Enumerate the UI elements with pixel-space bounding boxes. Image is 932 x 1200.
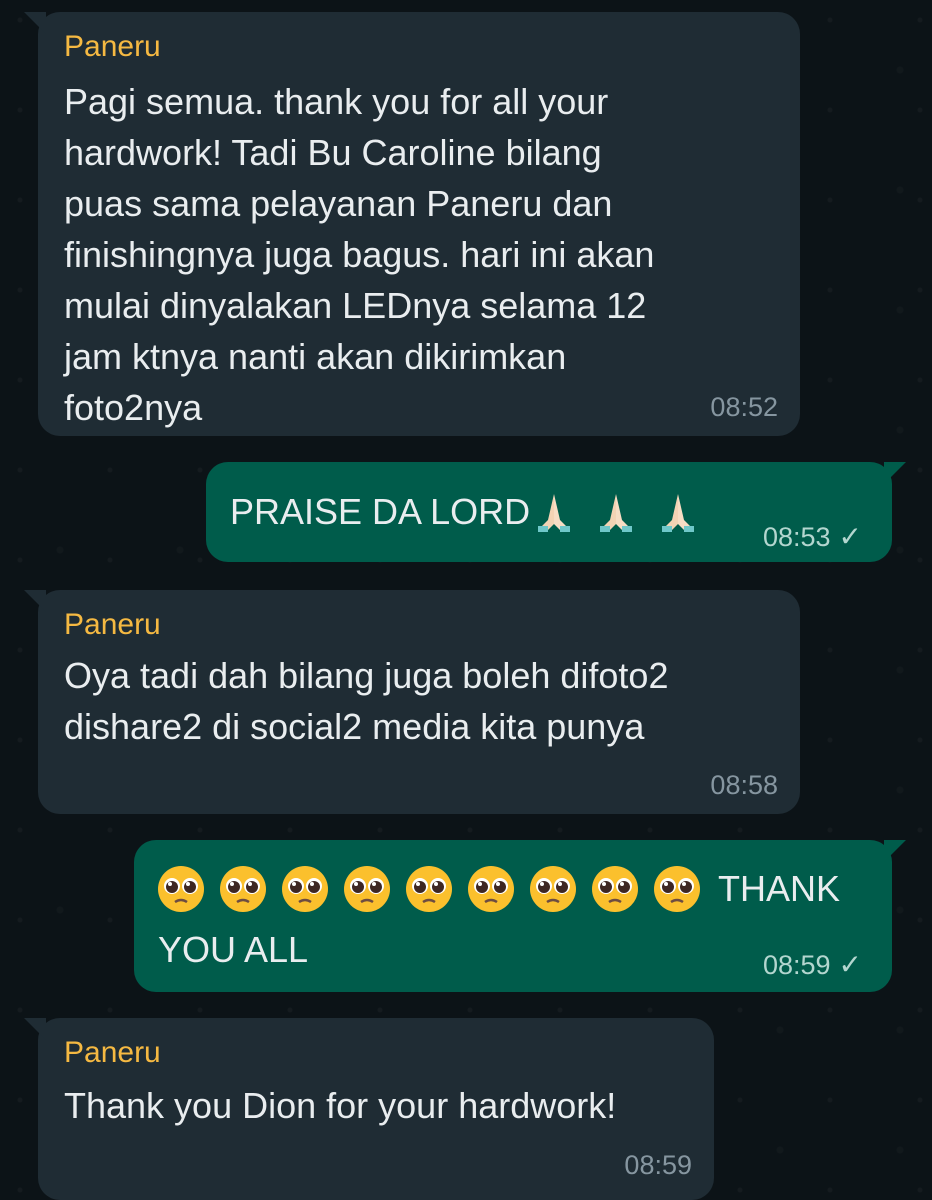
message-text: Thank you Dion for your hardwork! <box>64 1085 617 1126</box>
pleading-face-icon <box>218 864 268 914</box>
outgoing-message-bubble[interactable]: THANK YOU ALL 08:59 ✓ <box>134 840 906 992</box>
outgoing-message-bubble[interactable]: PRAISE DA LORD 08:53 ✓ <box>206 462 906 562</box>
chat-message-list[interactable]: Paneru Pagi semua. thank you for all you… <box>0 0 932 1200</box>
bubble-tail <box>884 840 906 862</box>
pleading-face-icon <box>156 864 206 914</box>
message-text: Oya tadi dah bilang juga boleh difoto2 d… <box>64 655 669 747</box>
pleading-face-icon <box>528 864 578 914</box>
incoming-message-bubble[interactable]: Paneru Pagi semua. thank you for all you… <box>24 12 800 436</box>
message-text: Pagi semua. thank you for all your hardw… <box>64 81 655 428</box>
message-text: PRAISE DA LORD <box>230 491 531 532</box>
message-text: THANK <box>718 868 841 909</box>
sender-name: Paneru <box>64 1036 161 1069</box>
pray-icon <box>656 490 700 534</box>
message-text: YOU ALL <box>158 929 309 970</box>
bubble-tail <box>884 462 906 484</box>
sender-name: Paneru <box>64 608 161 641</box>
bubble-tail <box>24 590 46 612</box>
pleading-face-icon <box>466 864 516 914</box>
message-timestamp: 08:59 <box>624 1150 692 1180</box>
message-content: PRAISE DA LORD <box>230 488 718 536</box>
incoming-message-bubble[interactable]: Paneru Oya tadi dah bilang juga boleh di… <box>24 590 800 814</box>
incoming-message-bubble[interactable]: Paneru Thank you Dion for your hardwork!… <box>24 1018 714 1200</box>
pleading-face-icon <box>342 864 392 914</box>
sent-check-icon: ✓ <box>838 949 862 980</box>
message-timestamp: 08:52 <box>710 392 778 422</box>
pleading-face-icon <box>404 864 454 914</box>
message-content: THANK <box>156 864 840 914</box>
message-time: 08:59 <box>762 950 831 980</box>
message-timestamp: 08:58 <box>710 770 778 800</box>
pleading-face-icon <box>652 864 702 914</box>
pleading-face-icon <box>590 864 640 914</box>
sent-check-icon: ✓ <box>838 521 862 552</box>
bubble-tail <box>24 1018 46 1040</box>
message-timestamp: 08:59 ✓ <box>762 949 862 981</box>
pray-icon <box>532 490 576 534</box>
message-timestamp: 08:53 ✓ <box>762 521 862 553</box>
bubble-tail <box>24 12 46 34</box>
pleading-face-icon <box>280 864 330 914</box>
message-time: 08:53 <box>762 522 831 552</box>
sender-name: Paneru <box>64 30 161 63</box>
pray-icon <box>594 490 638 534</box>
